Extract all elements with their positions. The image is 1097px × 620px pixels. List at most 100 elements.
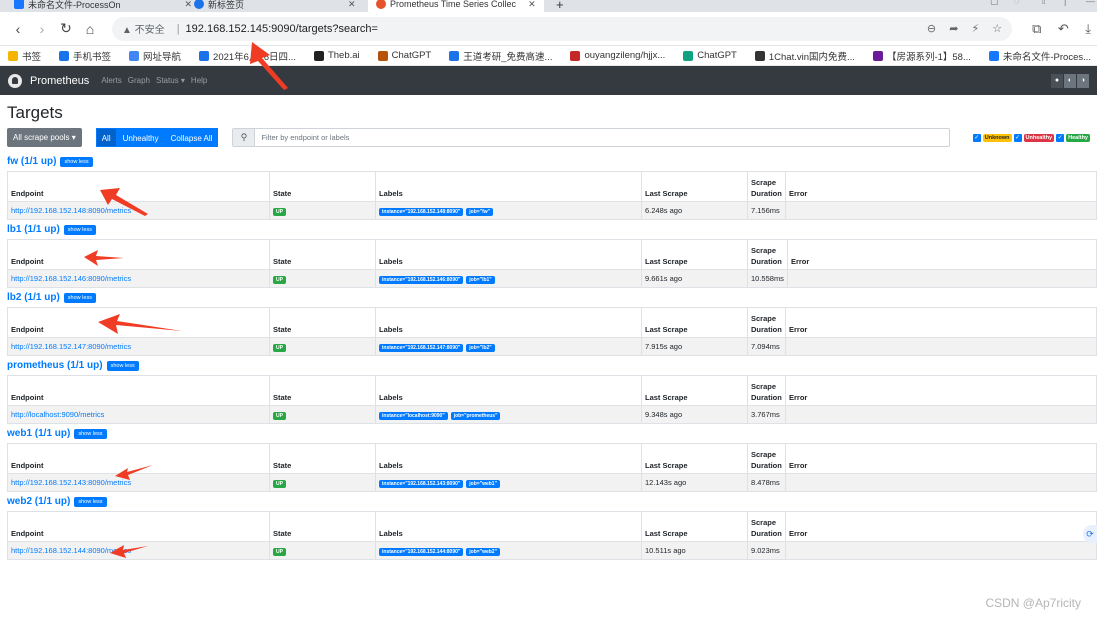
bookmark-favicon-icon (313, 50, 324, 61)
error-cell (785, 473, 1097, 492)
bookmark-favicon-icon (449, 50, 460, 61)
pool-title[interactable]: lb2 (1/1 up) (7, 292, 60, 303)
show-less-button[interactable]: show less (60, 156, 93, 167)
new-tab-button[interactable]: + (548, 0, 572, 12)
close-tab-icon[interactable]: ✕ (528, 0, 536, 10)
bookmark-item[interactable]: ouyangzileng/hjjx... (570, 50, 665, 61)
pool-title[interactable]: web1 (1/1 up) (7, 428, 70, 439)
insecure-warning[interactable]: ▲ 不安全 (122, 21, 165, 36)
last-scrape-cell: 10.511s ago (641, 541, 748, 560)
tab-new-tab[interactable]: 新标签页 ✕ (186, 0, 364, 12)
back-button[interactable]: ‹ (6, 21, 30, 37)
minimize-icon[interactable]: — (1086, 0, 1095, 6)
share-icon[interactable]: ⇧ (1040, 0, 1048, 7)
bookmark-favicon-icon (754, 50, 765, 61)
divider: | (1064, 0, 1067, 6)
column-header: Scrape Duration (747, 443, 786, 474)
tab-prometheus[interactable]: Prometheus Time Series Collec ✕ (368, 0, 544, 12)
show-less-button[interactable]: show less (63, 292, 96, 303)
bookmark-item[interactable]: 网址导航 (129, 49, 181, 63)
healthy-checkbox[interactable]: ✓ (1056, 133, 1065, 142)
column-header: Last Scrape (641, 511, 748, 542)
column-header: Last Scrape (641, 375, 748, 406)
tab-title: Prometheus Time Series Collec (390, 0, 517, 9)
zoom-icon[interactable]: ⊖ (927, 23, 936, 35)
translate-side-icon[interactable]: ⟳ (1083, 525, 1097, 543)
close-tab-icon[interactable]: ✕ (348, 0, 356, 10)
bookmark-item[interactable]: Theb.ai (313, 50, 360, 61)
filter-search[interactable]: ⚲ Filter by endpoint or labels (232, 128, 951, 147)
bookmarks-bar: 书签 手机书签 网址导航 2021年6月16日四... Theb.ai ChatGPT 王道… (0, 46, 1097, 66)
endpoint-link[interactable]: http://192.168.152.147:8090/metrics (7, 337, 270, 356)
scrape-pool: lb2 (1/1 up) show less Endpoint State Labels… (7, 288, 1097, 356)
all-button[interactable]: All (95, 128, 117, 147)
tab-processon[interactable]: 未命名文件-ProcessOn ✕ (6, 0, 200, 12)
auto-theme-icon[interactable]: ◑ (1077, 73, 1089, 88)
unhealthy-checkbox[interactable]: ✓ (1013, 133, 1022, 142)
tab-search-icon[interactable]: ▢ (990, 0, 999, 7)
pool-title[interactable]: web2 (1/1 up) (7, 496, 70, 507)
column-header: Endpoint (7, 443, 270, 474)
url-text[interactable]: 192.168.152.145:9090/targets?search= (186, 23, 917, 35)
bookmark-item[interactable]: 未命名文件-Proces... (988, 49, 1091, 63)
unknown-checkbox[interactable]: ✓ (972, 133, 981, 142)
bookmark-item[interactable]: ChatGPT (377, 50, 431, 61)
browser-tab-strip: 未命名文件-ProcessOn ✕ 新标签页 ✕ Prometheus Time… (0, 0, 1097, 12)
bookmark-item[interactable]: 【房源系列-1】58... (872, 49, 971, 63)
show-less-button[interactable]: show less (106, 360, 139, 371)
column-header: Endpoint (7, 375, 270, 406)
endpoint-link[interactable]: http://192.168.152.144:8090/metrics (7, 541, 270, 560)
unhealthy-badge: Unhealthy (1023, 133, 1055, 142)
labels-cell: instance="192.168.152.147:8090" job="lb2" (375, 337, 642, 356)
home-button[interactable]: ⌂ (78, 21, 102, 37)
prometheus-logo-icon[interactable] (8, 73, 22, 88)
extension-icon[interactable]: ⚡ (971, 23, 979, 35)
bookmark-favicon-icon (570, 50, 581, 61)
bookmark-item[interactable]: 书签 (8, 49, 41, 63)
bookmark-item[interactable]: 王道考研_免费高速... (449, 49, 552, 63)
bookmark-item[interactable]: 1Chat.vin国内免费... (754, 49, 855, 63)
tab-title: 新标签页 (208, 0, 245, 10)
star-icon[interactable]: ☆ (992, 23, 1002, 35)
download-icon[interactable]: ⤓ (1085, 21, 1091, 36)
light-theme-icon[interactable]: ● (1051, 73, 1063, 88)
pool-title[interactable]: fw (1/1 up) (7, 156, 56, 167)
prometheus-navbar: Prometheus Alerts Graph Status ▾ Help ● … (0, 66, 1097, 95)
share-icon[interactable]: ➦ (949, 23, 958, 35)
show-less-button[interactable]: show less (74, 428, 107, 439)
bookmark-label: 网址导航 (143, 51, 182, 63)
extensions-icon[interactable]: ◌ (1014, 0, 1019, 6)
puzzle-icon[interactable]: ⧉ (1032, 21, 1041, 36)
nav-alerts[interactable]: Alerts (101, 76, 121, 85)
prometheus-favicon-icon (376, 0, 386, 9)
targets-table: Endpoint State Labels Last Scrape Scrape Dur… (7, 511, 1097, 560)
bookmark-item[interactable]: ChatGPT (683, 50, 737, 61)
endpoint-link[interactable]: http://localhost:9090/metrics (7, 405, 270, 424)
url-bar[interactable]: ▲ 不安全 | 192.168.152.145:9090/targets?sea… (112, 16, 1013, 41)
search-input[interactable]: Filter by endpoint or labels (255, 129, 949, 146)
bookmark-item[interactable]: 2021年6月16日四... (199, 49, 296, 63)
undo-icon[interactable]: ↶ (1058, 21, 1069, 36)
brand-link[interactable]: Prometheus (30, 75, 89, 87)
pool-header: lb2 (1/1 up) show less (7, 288, 1090, 307)
show-less-button[interactable]: show less (74, 496, 107, 507)
nav-status[interactable]: Status ▾ (156, 76, 185, 85)
theme-toggle[interactable]: ● ◐ ◑ (1051, 73, 1089, 88)
nav-help[interactable]: Help (191, 76, 207, 85)
reload-button[interactable]: ↻ (54, 20, 78, 37)
pool-title[interactable]: prometheus (1/1 up) (7, 360, 103, 371)
bookmark-item[interactable]: 手机书签 (59, 49, 111, 63)
nav-graph[interactable]: Graph (128, 76, 150, 85)
scrape-pools-dropdown[interactable]: All scrape pools ▾ (7, 128, 82, 147)
show-less-button[interactable]: show less (63, 224, 96, 235)
dark-theme-icon[interactable]: ◐ (1064, 73, 1076, 88)
csdn-watermark: CSDN @Ap7ricity (985, 596, 1081, 610)
forward-button[interactable]: › (30, 21, 54, 37)
pool-title[interactable]: lb1 (1/1 up) (7, 224, 60, 235)
endpoint-link[interactable]: http://192.168.152.143:8090/metrics (7, 473, 270, 492)
endpoint-link[interactable]: http://192.168.152.148:8090/metrics (7, 201, 270, 220)
unhealthy-button[interactable]: Unhealthy (116, 128, 165, 147)
endpoint-link[interactable]: http://192.168.152.146:8090/metrics (7, 269, 270, 288)
column-header: Labels (375, 171, 642, 202)
collapse-all-button[interactable]: Collapse All (164, 128, 219, 147)
